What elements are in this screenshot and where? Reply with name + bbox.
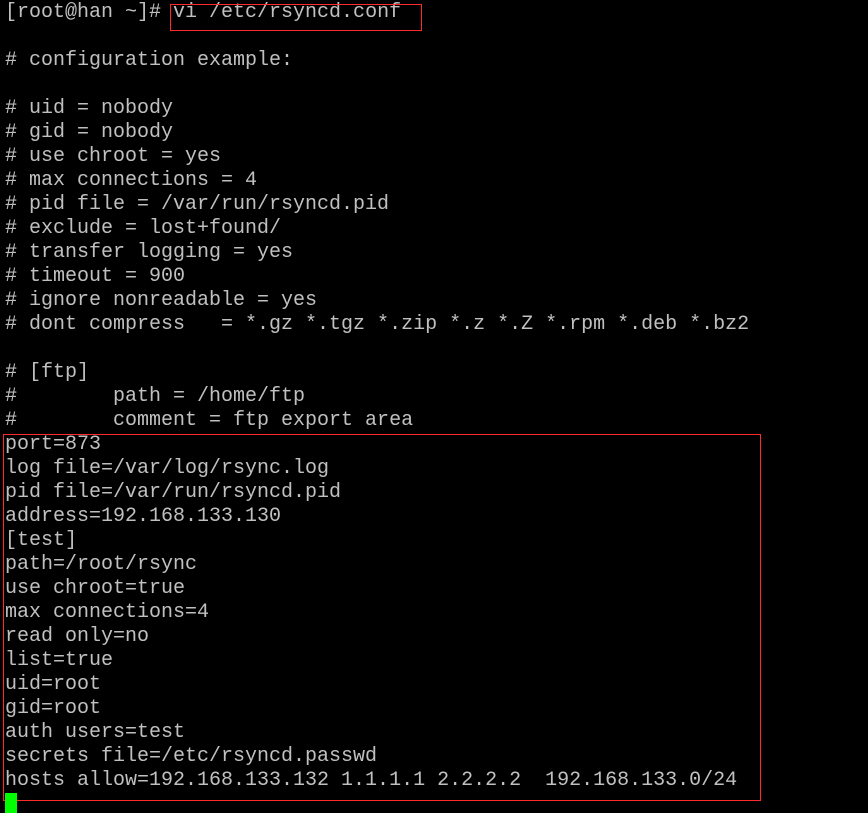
file-line: # path = /home/ftp <box>5 385 306 408</box>
file-line: # max connections = 4 <box>5 169 258 192</box>
file-line: # uid = nobody <box>5 97 174 120</box>
file-line: gid=root <box>5 697 102 720</box>
command-line: [root@han ~]# vi /etc/rsyncd.conf <box>5 1 749 25</box>
file-line: port=873 <box>5 433 102 456</box>
file-line: # ignore nonreadable = yes <box>5 289 318 312</box>
text-cursor <box>5 793 17 813</box>
file-line <box>5 73 749 97</box>
file-line: # [ftp] <box>5 361 90 384</box>
shell-prompt: [root@han ~]# <box>5 1 174 24</box>
file-line <box>5 25 749 49</box>
file-line: address=192.168.133.130 <box>5 505 282 528</box>
command-text: vi /etc/rsyncd.conf <box>173 1 402 24</box>
file-line: hosts allow=192.168.133.132 1.1.1.1 2.2.… <box>5 769 738 792</box>
file-line: [test] <box>5 529 78 552</box>
file-line: secrets file=/etc/rsyncd.passwd <box>5 745 378 768</box>
file-content: # configuration example: # uid = nobody # … <box>5 25 749 793</box>
file-line: # gid = nobody <box>5 121 174 144</box>
file-line: use chroot=true <box>5 577 186 600</box>
file-line: # dont compress = *.gz *.tgz *.zip *.z *… <box>5 313 750 336</box>
file-line: path=/root/rsync <box>5 553 198 576</box>
file-line: # configuration example: <box>5 49 294 72</box>
file-line: pid file=/var/run/rsyncd.pid <box>5 481 342 504</box>
file-line: # timeout = 900 <box>5 265 186 288</box>
file-line: # transfer logging = yes <box>5 241 294 264</box>
file-line: log file=/var/log/rsync.log <box>5 457 330 480</box>
file-line: auth users=test <box>5 721 186 744</box>
file-line: # exclude = lost+found/ <box>5 217 282 240</box>
file-line: # use chroot = yes <box>5 145 222 168</box>
file-line: uid=root <box>5 673 102 696</box>
file-line: read only=no <box>5 625 150 648</box>
terminal-window[interactable]: [root@han ~]# vi /etc/rsyncd.conf # conf… <box>5 1 749 793</box>
file-line <box>5 337 749 361</box>
file-line: max connections=4 <box>5 601 210 624</box>
file-line: # pid file = /var/run/rsyncd.pid <box>5 193 390 216</box>
file-line: list=true <box>5 649 114 672</box>
file-line: # comment = ftp export area <box>5 409 414 432</box>
